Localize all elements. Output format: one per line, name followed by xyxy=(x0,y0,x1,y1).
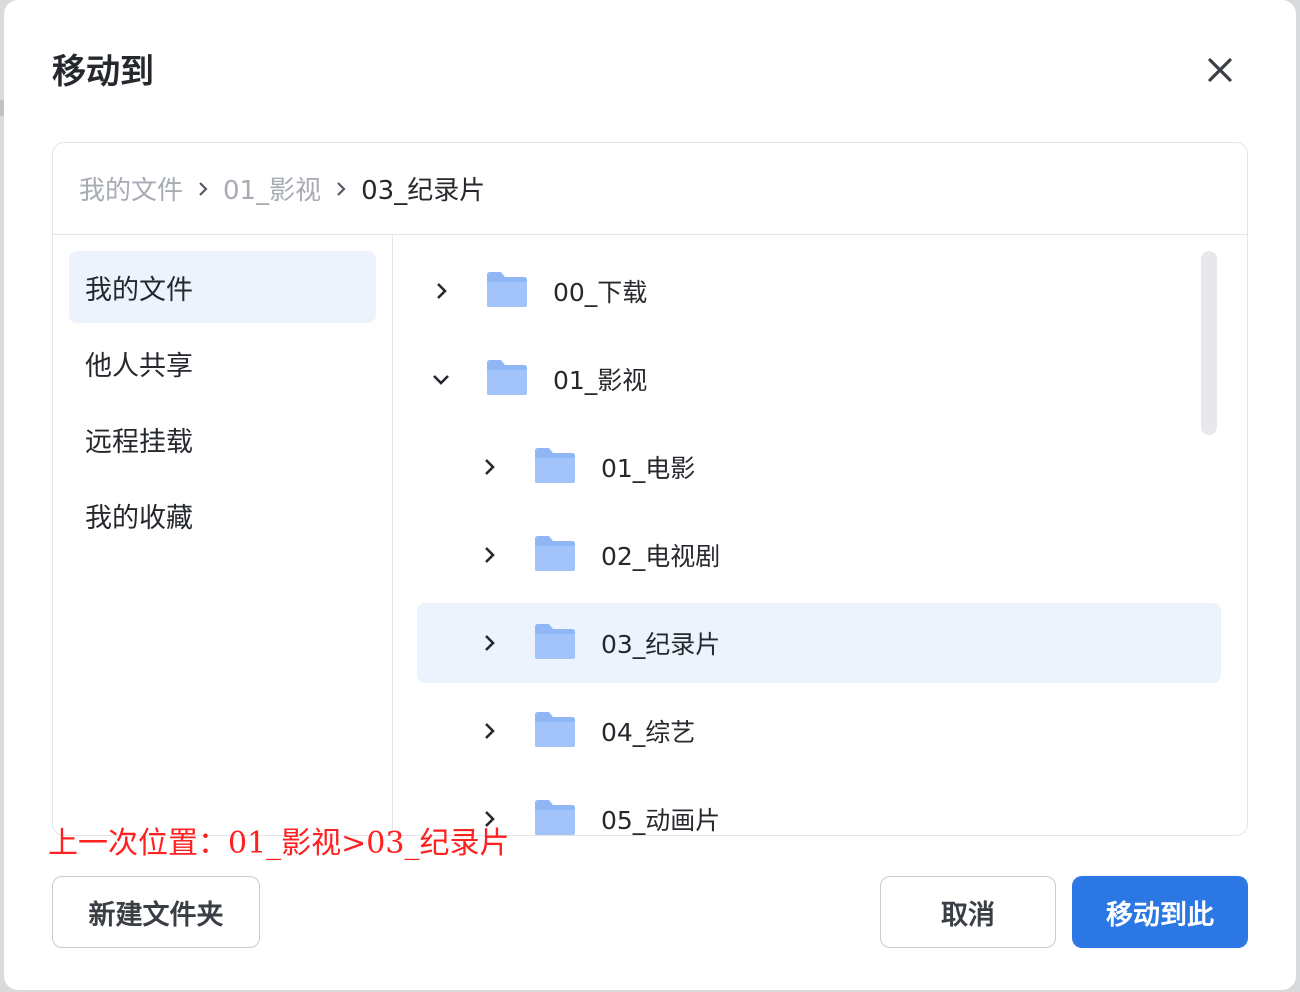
tree-item[interactable]: 02_电视剧 xyxy=(417,515,1221,595)
sidebar-item-remote-mount[interactable]: 远程挂载 xyxy=(69,403,376,475)
breadcrumb-item-videos[interactable]: 01_影视 xyxy=(223,170,321,207)
chevron-right-icon[interactable] xyxy=(431,281,451,301)
sidebar-item-my-files[interactable]: 我的文件 xyxy=(69,251,376,323)
tree-item-label: 05_动画片 xyxy=(601,806,721,835)
folder-tree[interactable]: 00_下载 01_影视 01_电影 02_电视剧 03_纪录片 04_综艺 05_动画片 xyxy=(393,235,1247,835)
breadcrumb-item-my-files[interactable]: 我的文件 xyxy=(79,170,183,207)
folder-picker-panel: 我的文件 01_影视 03_纪录片 我的文件 他人共享 远程挂载 我的收藏 00… xyxy=(52,142,1248,836)
tree-item[interactable]: 01_影视 xyxy=(417,339,1221,419)
tree-item-label: 03_纪录片 xyxy=(601,630,721,659)
dialog-title: 移动到 xyxy=(52,52,154,92)
folder-icon xyxy=(533,621,577,661)
folder-icon xyxy=(485,357,529,397)
tree-item[interactable]: 04_综艺 xyxy=(417,691,1221,771)
move-here-button[interactable]: 移动到此 xyxy=(1072,876,1248,948)
close-icon xyxy=(1208,58,1232,82)
move-to-dialog: 移动到 我的文件 01_影视 03_纪录片 我的文件 他人共享 远程挂载 我的收… xyxy=(4,0,1296,990)
folder-icon xyxy=(533,797,577,835)
sidebar-item-label: 他人共享 xyxy=(85,350,193,382)
tree-item[interactable]: 03_纪录片 xyxy=(417,603,1221,683)
sidebar-item-label: 我的文件 xyxy=(85,274,193,306)
location-sidebar: 我的文件 他人共享 远程挂载 我的收藏 xyxy=(53,235,393,835)
tree-item-label: 02_电视剧 xyxy=(601,542,721,571)
chevron-right-icon[interactable] xyxy=(479,545,499,565)
scrollbar[interactable] xyxy=(1201,251,1217,435)
tree-item[interactable]: 00_下载 xyxy=(417,251,1221,331)
breadcrumb: 我的文件 01_影视 03_纪录片 xyxy=(53,143,1247,235)
tree-item-label: 01_影视 xyxy=(553,366,648,395)
folder-icon xyxy=(533,533,577,573)
chevron-right-icon xyxy=(189,181,217,197)
tree-item-label: 00_下载 xyxy=(553,278,648,307)
close-button[interactable] xyxy=(1200,50,1240,90)
tree-item-label: 01_电影 xyxy=(601,454,696,483)
new-folder-button[interactable]: 新建文件夹 xyxy=(52,876,260,948)
folder-icon xyxy=(533,709,577,749)
chevron-right-icon[interactable] xyxy=(479,633,499,653)
folder-icon xyxy=(485,269,529,309)
chevron-right-icon[interactable] xyxy=(479,457,499,477)
chevron-right-icon[interactable] xyxy=(479,721,499,741)
breadcrumb-item-documentary: 03_纪录片 xyxy=(361,176,486,206)
sidebar-item-shared[interactable]: 他人共享 xyxy=(69,327,376,399)
tree-item-label: 04_综艺 xyxy=(601,718,696,747)
sidebar-item-label: 远程挂载 xyxy=(85,426,193,458)
tree-item[interactable]: 05_动画片 xyxy=(417,779,1221,835)
last-location-note: 上一次位置：01_影视>03_纪录片 xyxy=(48,826,510,861)
chevron-down-icon[interactable] xyxy=(431,369,451,389)
folder-icon xyxy=(533,445,577,485)
tree-item[interactable]: 01_电影 xyxy=(417,427,1221,507)
sidebar-item-favorites[interactable]: 我的收藏 xyxy=(69,479,376,551)
cancel-button[interactable]: 取消 xyxy=(880,876,1056,948)
sidebar-item-label: 我的收藏 xyxy=(85,502,193,534)
chevron-right-icon xyxy=(327,181,355,197)
